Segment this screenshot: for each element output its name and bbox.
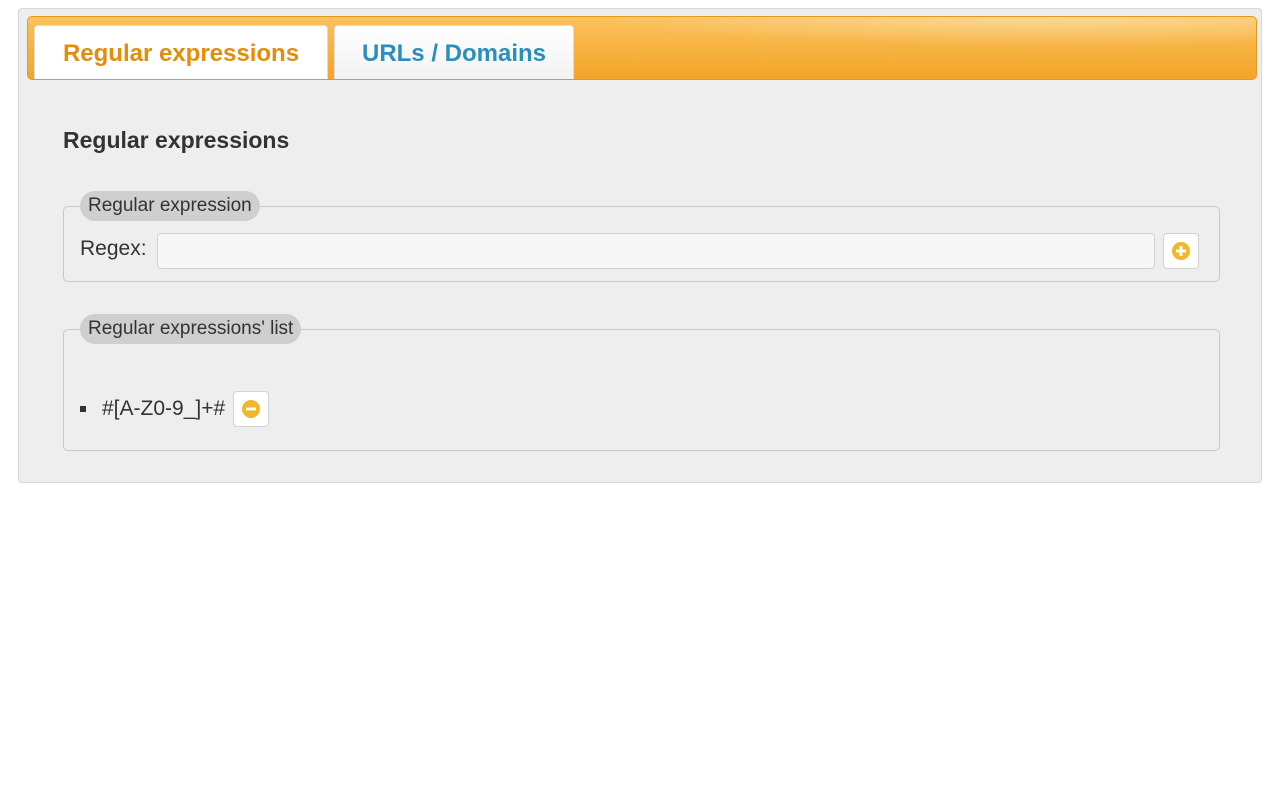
list-item: #[A-Z0-9_]+#	[80, 391, 270, 427]
tab-bar: Regular expressions URLs / Domains	[27, 16, 1257, 80]
fieldset-legend: Regular expressions' list	[80, 314, 302, 344]
regex-input[interactable]	[157, 233, 1155, 269]
tab-label: Regular expressions	[62, 40, 300, 67]
regex-list-fieldset: Regular expressions' list #[A-Z0-9_]+#	[63, 314, 1220, 451]
minus-circle-icon	[242, 400, 261, 418]
bullet	[80, 406, 86, 412]
plus-circle-icon	[1172, 242, 1190, 260]
app-container: Regular expressions URLs / Domains Regul…	[18, 8, 1262, 483]
tab-urls-domains[interactable]: URLs / Domains	[334, 25, 574, 79]
tab-label: URLs / Domains	[361, 39, 547, 67]
regex-list: #[A-Z0-9_]+#	[80, 391, 270, 427]
regex-label: Regex:	[80, 237, 147, 260]
fieldset-legend: Regular expression	[80, 191, 260, 221]
remove-regex-button[interactable]	[233, 391, 270, 427]
add-regex-button[interactable]	[1163, 233, 1199, 269]
panel-title: Regular expressions	[63, 127, 290, 153]
tab-regular-expressions[interactable]: Regular expressions	[34, 25, 328, 79]
regex-item-text: #[A-Z0-9_]+#	[102, 397, 226, 420]
regex-fieldset: Regular expression Regex:	[63, 191, 1220, 282]
